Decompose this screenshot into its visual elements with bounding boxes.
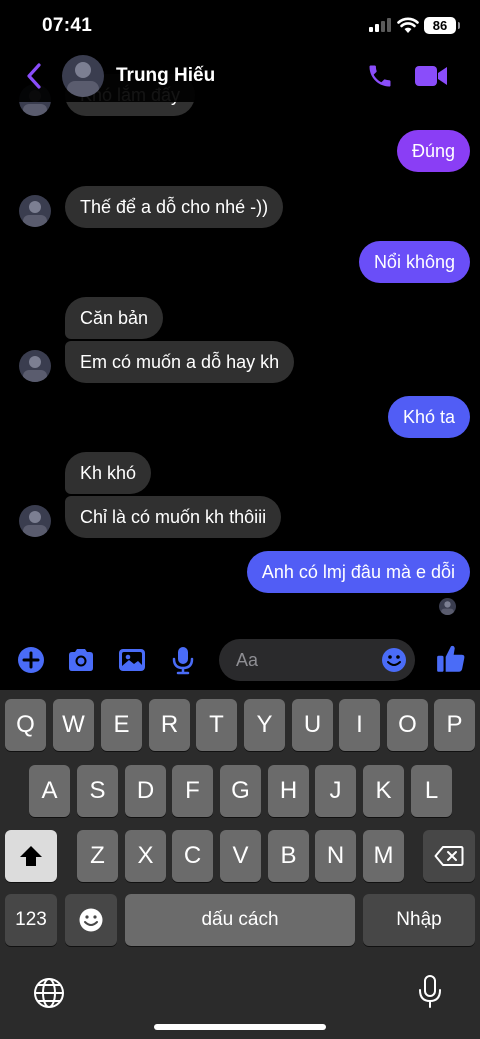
message-bubble-incoming[interactable]: Em có muốn a dỗ hay kh — [65, 341, 295, 383]
return-key[interactable]: Nhập — [363, 894, 475, 946]
message-input-placeholder: Aa — [236, 650, 259, 670]
globe-icon[interactable] — [32, 976, 66, 1010]
message-composer: Aa — [0, 630, 480, 690]
message-bubble-outgoing[interactable]: Đúng — [396, 130, 470, 172]
message-input[interactable]: Aa — [219, 639, 415, 681]
ios-keyboard: Q W E R T Y U I O P A S D F G H J K L Z … — [0, 690, 480, 1039]
key-o[interactable]: O — [387, 699, 428, 751]
key-s[interactable]: S — [77, 765, 118, 817]
plus-circle-icon[interactable] — [16, 645, 46, 675]
emoji-icon — [79, 908, 103, 932]
key-c[interactable]: C — [172, 830, 213, 882]
key-n[interactable]: N — [315, 830, 356, 882]
phone-call-icon[interactable] — [366, 62, 394, 90]
dictation-microphone-icon[interactable] — [417, 974, 443, 1010]
key-i[interactable]: I — [339, 699, 380, 751]
contact-avatar — [19, 195, 51, 227]
emoji-key[interactable] — [65, 894, 117, 946]
shift-arrow-icon — [20, 846, 42, 866]
message-bubble-incoming[interactable]: Chỉ là có muốn kh thôiii — [65, 496, 282, 538]
key-w[interactable]: W — [53, 699, 94, 751]
key-u[interactable]: U — [292, 699, 333, 751]
key-m[interactable]: M — [363, 830, 404, 882]
numbers-key[interactable]: 123 — [5, 894, 57, 946]
key-f[interactable]: F — [172, 765, 213, 817]
backspace-key[interactable] — [423, 830, 475, 882]
back-chevron-icon[interactable] — [24, 62, 44, 90]
video-call-icon[interactable] — [414, 63, 448, 89]
image-icon[interactable] — [117, 645, 147, 675]
camera-icon[interactable] — [66, 645, 96, 675]
space-key[interactable]: dấu cách — [125, 894, 355, 946]
backspace-icon — [434, 846, 464, 866]
contact-name[interactable]: Trung Hiếu — [116, 65, 215, 87]
home-indicator[interactable] — [154, 1024, 326, 1030]
contact-avatar[interactable] — [62, 55, 104, 97]
thumbs-up-icon[interactable] — [435, 643, 467, 675]
key-t[interactable]: T — [196, 699, 237, 751]
key-p[interactable]: P — [434, 699, 475, 751]
key-y[interactable]: Y — [244, 699, 285, 751]
message-bubble-outgoing[interactable]: Anh có lmj đâu mà e dỗi — [246, 551, 470, 593]
key-v[interactable]: V — [220, 830, 261, 882]
smiley-icon[interactable] — [381, 647, 407, 673]
key-h[interactable]: H — [268, 765, 309, 817]
key-e[interactable]: E — [101, 699, 142, 751]
key-x[interactable]: X — [125, 830, 166, 882]
key-r[interactable]: R — [149, 699, 190, 751]
message-bubble-outgoing[interactable]: Khó ta — [387, 396, 470, 438]
message-bubble-incoming[interactable]: Căn bản — [65, 297, 164, 339]
key-z[interactable]: Z — [77, 830, 118, 882]
key-q[interactable]: Q — [5, 699, 46, 751]
seen-receipt-avatar — [439, 598, 456, 615]
key-j[interactable]: J — [315, 765, 356, 817]
key-k[interactable]: K — [363, 765, 404, 817]
contact-avatar — [19, 350, 51, 382]
microphone-icon[interactable] — [168, 645, 198, 675]
message-bubble-incoming[interactable]: Thế để a dỗ cho nhé -)) — [65, 186, 284, 228]
key-d[interactable]: D — [125, 765, 166, 817]
message-bubble-incoming[interactable]: Kh khó — [65, 452, 152, 494]
contact-avatar — [19, 505, 51, 537]
key-b[interactable]: B — [268, 830, 309, 882]
key-l[interactable]: L — [411, 765, 452, 817]
message-bubble-outgoing[interactable]: Nổi không — [358, 241, 470, 283]
key-a[interactable]: A — [29, 765, 70, 817]
key-g[interactable]: G — [220, 765, 261, 817]
shift-key[interactable] — [5, 830, 57, 882]
conversation-header: Trung Hiếu — [0, 50, 480, 102]
